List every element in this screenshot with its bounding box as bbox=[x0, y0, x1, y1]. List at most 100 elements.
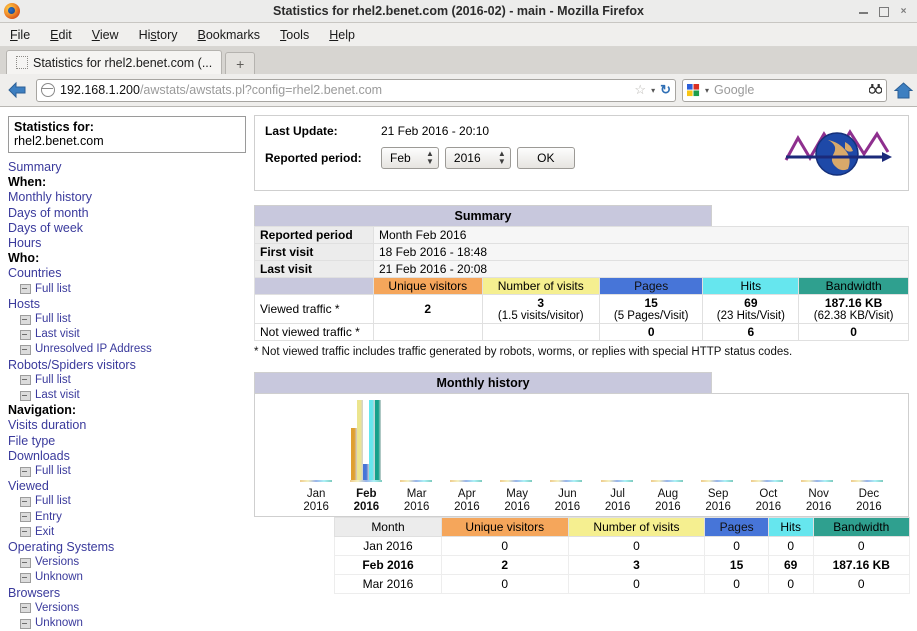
summary-row-value: Month Feb 2016 bbox=[373, 226, 909, 244]
sidebar-item-file-type[interactable]: File type bbox=[8, 434, 252, 449]
sidebar-item-label: Downloads bbox=[8, 448, 70, 463]
chart-baseline-tick bbox=[350, 480, 383, 482]
sidebar-group-label: Navigation: bbox=[8, 403, 252, 418]
sidebar-item-versions[interactable]: Versions bbox=[8, 555, 252, 570]
sidebar-item-operating-systems[interactable]: Operating Systems bbox=[8, 540, 252, 555]
summary-header-spacer bbox=[254, 277, 374, 295]
sidebar-item-full-list[interactable]: Full list bbox=[8, 373, 252, 388]
close-button[interactable]: × bbox=[898, 6, 909, 17]
menu-edit[interactable]: Edit bbox=[50, 28, 72, 42]
chart-x-tick-label: Sep 2016 bbox=[693, 488, 743, 514]
sidebar-item-unresolved-ip-address[interactable]: Unresolved IP Address bbox=[8, 342, 252, 357]
table-row: Feb 2016 2 3 15 69 187.16 KB bbox=[334, 555, 911, 575]
history-column-header: Hits bbox=[767, 517, 814, 537]
chart-baseline-tick bbox=[550, 480, 583, 482]
minimize-button[interactable] bbox=[858, 6, 869, 17]
sidebar-item-browsers[interactable]: Browsers bbox=[8, 586, 252, 601]
search-bar[interactable]: ▾ Google bbox=[682, 78, 887, 102]
sidebar-item-hosts[interactable]: Hosts bbox=[8, 297, 252, 312]
chart-tick-year: 2016 bbox=[454, 501, 480, 513]
chart-baseline-tick bbox=[500, 480, 533, 482]
summary-column-header: Bandwidth bbox=[798, 277, 909, 295]
firefox-logo-icon bbox=[4, 3, 20, 19]
sidebar-item-full-list[interactable]: Full list bbox=[8, 464, 252, 479]
chart-tick-year: 2016 bbox=[705, 501, 731, 513]
navigation-toolbar: 192.168.1.200/awstats/awstats.pl?config=… bbox=[0, 74, 917, 107]
sidebar-item-robots-spiders-visitors[interactable]: Robots/Spiders visitors bbox=[8, 358, 252, 373]
sidebar-item-exit[interactable]: Exit bbox=[8, 525, 252, 540]
sidebar-item-versions[interactable]: Versions bbox=[8, 601, 252, 616]
menu-view[interactable]: View bbox=[92, 28, 119, 42]
sidebar-item-full-list[interactable]: Full list bbox=[8, 282, 252, 297]
chart-tick-month: Apr bbox=[457, 488, 476, 500]
sidebar-item-last-visit[interactable]: Last visit bbox=[8, 388, 252, 403]
home-button[interactable] bbox=[893, 81, 913, 99]
history-value-cell: 0 bbox=[812, 536, 911, 556]
sidebar-item-monthly-history[interactable]: Monthly history bbox=[8, 190, 252, 205]
sidebar-item-label: Days of week bbox=[8, 220, 84, 235]
summary-cell-main: 15 bbox=[644, 296, 658, 310]
sidebar-item-label: File type bbox=[8, 433, 56, 448]
sidebar-item-full-list[interactable]: Full list bbox=[8, 494, 252, 509]
sidebar-item-visits-duration[interactable]: Visits duration bbox=[8, 418, 252, 433]
binoculars-icon[interactable] bbox=[868, 83, 883, 97]
window-buttons: × bbox=[858, 6, 917, 17]
chart-tick-month: Feb bbox=[356, 488, 377, 500]
expand-box-icon bbox=[20, 557, 31, 568]
sidebar-item-label: Full list bbox=[35, 465, 71, 478]
monthly-history-table: Month Unique visitors Number of visits Page… bbox=[334, 517, 911, 594]
sidebar-group-label: Who: bbox=[8, 251, 252, 266]
url-bar[interactable]: 192.168.1.200/awstats/awstats.pl?config=… bbox=[36, 78, 676, 102]
new-tab-button[interactable]: + bbox=[225, 52, 256, 74]
menu-tools[interactable]: Tools bbox=[280, 28, 309, 42]
sidebar-item-last-visit[interactable]: Last visit bbox=[8, 327, 252, 342]
stats-for-label: Statistics for: bbox=[14, 120, 94, 134]
sidebar-item-hours[interactable]: Hours bbox=[8, 236, 252, 251]
menu-bookmarks[interactable]: Bookmarks bbox=[198, 28, 261, 42]
sidebar-item-entry[interactable]: Entry bbox=[8, 510, 252, 525]
last-update-row: Last Update: 21 Feb 2016 - 20:10 bbox=[265, 124, 782, 138]
chevron-down-icon[interactable]: ▾ bbox=[651, 86, 655, 95]
history-value-cell: 0 bbox=[567, 536, 706, 556]
summary-cell: 69 (23 Hits/Visit) bbox=[702, 294, 800, 324]
summary-title: Summary bbox=[254, 205, 712, 226]
tab-statistics[interactable]: Statistics for rhel2.benet.com (... bbox=[6, 50, 223, 74]
month-select-value: Feb bbox=[390, 151, 411, 165]
last-update-label: Last Update: bbox=[265, 124, 338, 138]
ok-button[interactable]: OK bbox=[516, 147, 575, 169]
month-select[interactable]: Feb ▲ ▼ bbox=[381, 147, 439, 169]
search-engine-chevron-icon[interactable]: ▾ bbox=[705, 86, 709, 95]
sidebar-item-viewed[interactable]: Viewed bbox=[8, 479, 252, 494]
sidebar-item-label: Entry bbox=[35, 510, 62, 523]
chart-x-tick-label: Feb 2016 bbox=[341, 488, 391, 514]
menu-history[interactable]: History bbox=[139, 28, 178, 42]
sidebar-item-unknown[interactable]: Unknown bbox=[8, 570, 252, 585]
back-button[interactable] bbox=[4, 78, 30, 102]
stats-for-host: rhel2.benet.com bbox=[14, 134, 104, 148]
summary-info-row: Last visit 21 Feb 2016 - 20:08 bbox=[254, 260, 909, 278]
sidebar-item-summary[interactable]: Summary bbox=[8, 160, 252, 175]
sidebar-item-days-of-week[interactable]: Days of week bbox=[8, 221, 252, 236]
summary-cell-sub: (23 Hits/Visit) bbox=[716, 310, 785, 322]
summary-column-header: Unique visitors bbox=[373, 277, 483, 295]
summary-data-row: Not viewed traffic * 0 6 0 bbox=[254, 323, 909, 341]
reload-icon[interactable]: ↻ bbox=[660, 82, 671, 98]
maximize-button[interactable] bbox=[878, 6, 889, 17]
chart-x-tick-label: Mar 2016 bbox=[392, 488, 442, 514]
sidebar-item-full-list[interactable]: Full list bbox=[8, 312, 252, 327]
search-input[interactable]: Google bbox=[714, 83, 864, 97]
menu-file[interactable]: File bbox=[10, 28, 30, 42]
sidebar-item-days-of-month[interactable]: Days of month bbox=[8, 206, 252, 221]
history-value-cell: 3 bbox=[567, 555, 706, 575]
summary-cell-main: 3 bbox=[537, 296, 545, 310]
expand-box-icon bbox=[20, 573, 31, 584]
sidebar-item-downloads[interactable]: Downloads bbox=[8, 449, 252, 464]
sidebar-item-countries[interactable]: Countries bbox=[8, 266, 252, 281]
year-select[interactable]: 2016 ▲ ▼ bbox=[444, 147, 511, 169]
url-path: /awstats/awstats.pl?config=rhel2.benet.c… bbox=[139, 83, 383, 97]
summary-footnote: * Not viewed traffic includes traffic ge… bbox=[254, 346, 793, 358]
bookmark-star-icon[interactable]: ☆ bbox=[634, 82, 646, 98]
expand-box-icon bbox=[20, 390, 31, 401]
last-update-value: 21 Feb 2016 - 20:10 bbox=[381, 124, 490, 138]
menu-help[interactable]: Help bbox=[329, 28, 355, 42]
